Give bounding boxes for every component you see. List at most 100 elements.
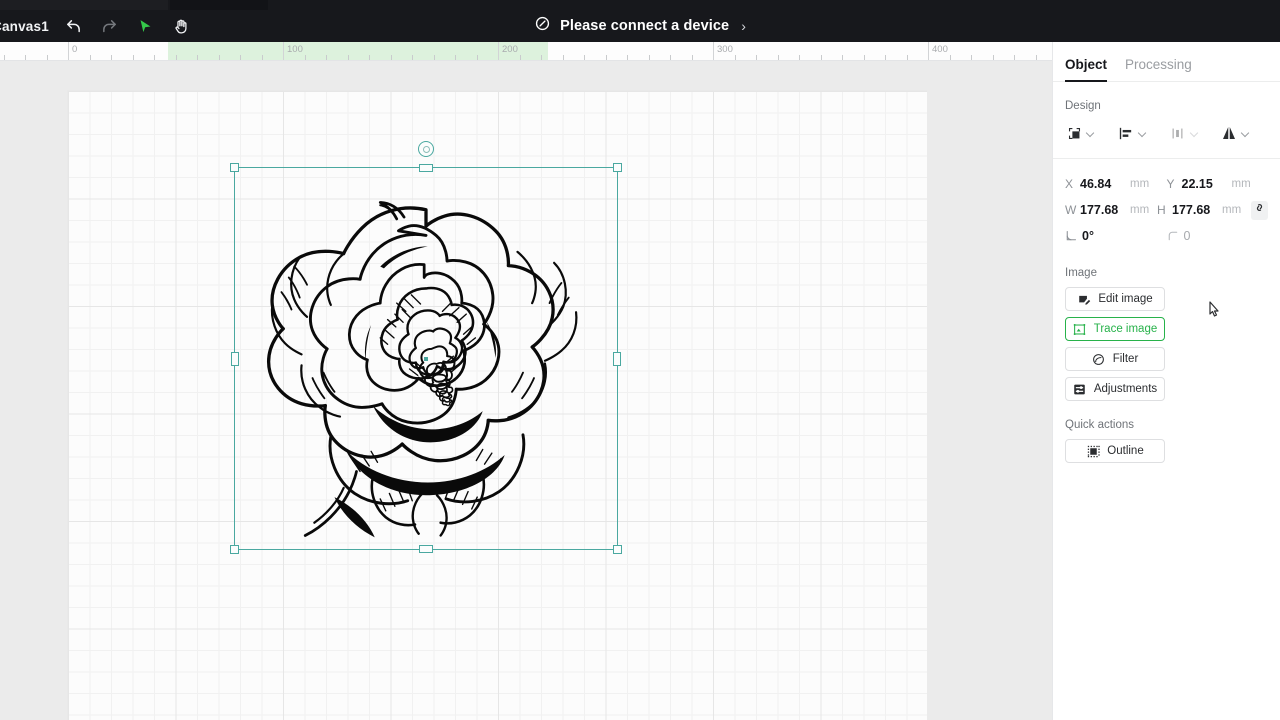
resize-handle-bottom-left[interactable] <box>230 545 239 554</box>
ruler-tick-major <box>68 42 69 60</box>
quick-actions-button-grid: Outline <box>1053 431 1280 463</box>
ruler-tick-minor <box>240 55 241 60</box>
hand-tool-icon <box>173 18 190 35</box>
window-tab-2[interactable] <box>170 0 268 10</box>
chevron-down-icon <box>1242 129 1251 138</box>
arrange-order-icon <box>1063 122 1085 144</box>
ruler-tick-minor <box>132 55 134 60</box>
corner-radius-field[interactable]: 0 <box>1167 229 1269 243</box>
redo-button[interactable] <box>93 10 125 42</box>
rotation-row: 0° 0 <box>1065 223 1268 249</box>
chevron-right-icon: › <box>741 18 746 34</box>
selection-bounding-box[interactable] <box>230 141 622 554</box>
ruler-tick-minor <box>369 55 370 60</box>
adjustments-icon <box>1073 382 1087 396</box>
horizontal-ruler[interactable]: 0 100 200 300 400 <box>0 42 1052 61</box>
chevron-down-icon <box>1087 129 1096 138</box>
trace-image-button[interactable]: Trace image <box>1065 317 1165 341</box>
w-unit: mm <box>1130 204 1150 216</box>
w-value[interactable]: 177.68 <box>1080 203 1126 217</box>
y-field[interactable]: Y 22.15 mm <box>1167 177 1269 191</box>
ruler-tick-minor <box>25 55 26 60</box>
y-value[interactable]: 22.15 <box>1182 177 1228 191</box>
arrange-order-dropdown[interactable] <box>1063 122 1115 144</box>
resize-handle-middle-left[interactable] <box>231 351 239 366</box>
ruler-tick-minor <box>347 55 349 60</box>
resize-handle-top-center[interactable] <box>419 164 433 172</box>
play-cursor-icon <box>137 18 154 35</box>
redo-arrow-icon <box>101 18 118 35</box>
xy-row: X 46.84 mm Y 22.15 mm <box>1065 171 1268 197</box>
resize-handle-bottom-right[interactable] <box>613 545 622 554</box>
tab-processing[interactable]: Processing <box>1125 57 1192 81</box>
canvas-viewport[interactable] <box>0 61 1052 720</box>
h-field[interactable]: H 177.68 mm <box>1157 203 1249 217</box>
resize-handle-bottom-center[interactable] <box>419 545 433 553</box>
x-unit: mm <box>1130 178 1150 190</box>
ruler-tick-minor <box>584 55 585 60</box>
ruler-tick-minor <box>261 55 263 60</box>
disconnected-device-icon <box>534 15 551 37</box>
x-field[interactable]: X 46.84 mm <box>1065 177 1167 191</box>
transform-fields: X 46.84 mm Y 22.15 mm W 177.68 mm H 177.… <box>1053 159 1280 249</box>
flip-mirror-dropdown[interactable] <box>1218 122 1270 144</box>
filter-button[interactable]: Filter <box>1065 347 1165 371</box>
ruler-tick-minor <box>154 55 155 60</box>
wh-row: W 177.68 mm H 177.68 mm <box>1065 197 1268 223</box>
ruler-tick-minor <box>992 55 994 60</box>
ruler-tick-minor <box>390 55 392 60</box>
outline-label: Outline <box>1107 445 1144 457</box>
top-toolbar: Canvas1 <box>0 10 1280 42</box>
adjustments-label: Adjustments <box>1093 383 1158 395</box>
corner-radius-value[interactable]: 0 <box>1184 229 1230 243</box>
lock-aspect-ratio-button[interactable] <box>1251 200 1268 220</box>
ruler-tick-minor <box>3 55 5 60</box>
ruler-tick-minor <box>691 55 693 60</box>
ruler-tick-minor <box>1035 55 1037 60</box>
canvas-sheet[interactable] <box>67 90 927 720</box>
ruler-tick-minor <box>906 55 908 60</box>
undo-button[interactable] <box>57 10 89 42</box>
edit-image-label: Edit image <box>1098 293 1153 305</box>
trace-image-label: Trace image <box>1093 323 1158 335</box>
window-tab-1[interactable] <box>0 0 168 10</box>
align-vertical-dropdown[interactable] <box>1167 122 1219 144</box>
connect-device-button[interactable]: Please connect a device › <box>534 15 746 37</box>
resize-handle-top-right[interactable] <box>613 163 622 172</box>
chevron-down-icon <box>1191 129 1200 138</box>
ruler-tick-minor <box>799 55 800 60</box>
canvas-name-label[interactable]: Canvas1 <box>0 10 49 42</box>
align-horizontal-dropdown[interactable] <box>1115 122 1167 144</box>
tab-object[interactable]: Object <box>1065 57 1108 82</box>
ruler-tick-minor <box>519 55 521 60</box>
edit-image-button[interactable]: Edit image <box>1065 287 1165 311</box>
ruler-tick-minor <box>670 55 671 60</box>
pan-tool-button[interactable] <box>165 10 197 42</box>
ruler-tick-minor <box>304 55 306 60</box>
ruler-tick-minor <box>562 55 564 60</box>
x-label: X <box>1065 177 1074 191</box>
ruler-tick-minor <box>541 55 542 60</box>
rotation-value[interactable]: 0° <box>1082 229 1128 243</box>
ruler-tick-minor <box>412 55 413 60</box>
ruler-label: 200 <box>502 44 518 55</box>
properties-panel: Object Processing Design X 46.84 mm Y 22… <box>1052 42 1280 720</box>
outline-button[interactable]: Outline <box>1065 439 1165 463</box>
adjustments-button[interactable]: Adjustments <box>1065 377 1165 401</box>
ruler-tick-major <box>928 42 929 60</box>
selection-center-point <box>424 356 428 361</box>
y-label: Y <box>1166 177 1175 191</box>
ruler-tick-minor <box>756 55 757 60</box>
rotation-field[interactable]: 0° <box>1065 229 1167 243</box>
ruler-tick-minor <box>863 55 865 60</box>
w-field[interactable]: W 177.68 mm <box>1065 203 1157 217</box>
ruler-tick-minor <box>1014 55 1015 60</box>
resize-handle-middle-right[interactable] <box>613 351 621 366</box>
rotate-handle[interactable] <box>418 141 434 157</box>
run-button[interactable] <box>129 10 161 42</box>
undo-arrow-icon <box>65 18 82 35</box>
resize-handle-top-left[interactable] <box>230 163 239 172</box>
x-value[interactable]: 46.84 <box>1080 177 1126 191</box>
h-unit: mm <box>1222 204 1242 216</box>
h-value[interactable]: 177.68 <box>1172 203 1218 217</box>
